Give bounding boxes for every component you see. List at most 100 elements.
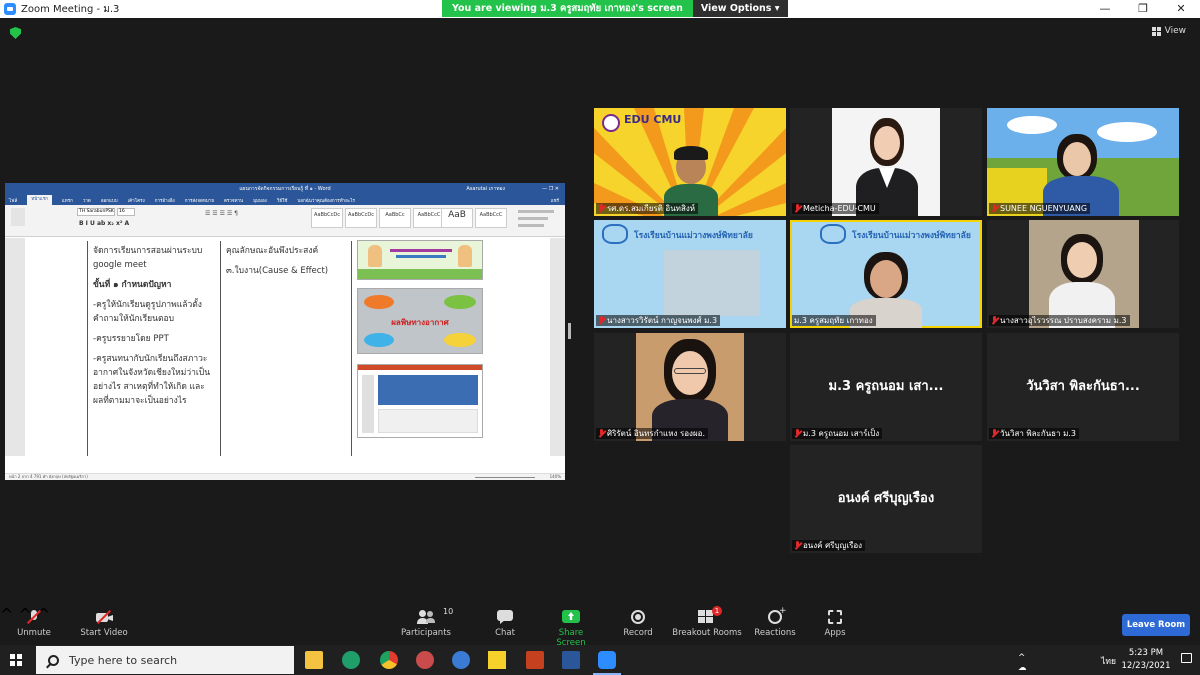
participant-tile-1[interactable]: EDU CMU รศ.ดร.สมเกียรติ อินทสิงห์ <box>594 108 786 216</box>
language-indicator[interactable]: ไทย <box>1101 654 1116 668</box>
paste-icon[interactable] <box>11 208 25 226</box>
mic-muted-icon <box>598 316 605 325</box>
windows-start-icon[interactable] <box>10 654 22 666</box>
font-name-box[interactable]: TH SarabunPSK <box>77 208 115 216</box>
edge-icon[interactable] <box>342 651 360 669</box>
view-button[interactable]: View <box>1151 26 1186 36</box>
close-button[interactable]: ✕ <box>1162 0 1200 18</box>
word-tab[interactable]: การส่งจดหมาย <box>185 197 214 204</box>
font-size-box[interactable]: 16 <box>117 208 135 216</box>
apps-button[interactable]: Apps <box>822 610 848 638</box>
word-share-button[interactable]: แชร์ <box>551 197 559 204</box>
style-title[interactable]: AaB <box>441 208 473 228</box>
viewing-message: You are viewing ม.3 ครูสมฤทัย เกาทอง's s… <box>442 0 693 17</box>
leave-room-button[interactable]: Leave Room <box>1122 614 1190 636</box>
chrome-icon[interactable] <box>380 651 398 669</box>
slide-thumbnail-2[interactable]: ผลพิษทางอากาศ <box>357 288 483 354</box>
window-title: Zoom Meeting - ม.3 <box>21 3 120 15</box>
breakout-rooms-button[interactable]: 1 Breakout Rooms <box>672 606 742 638</box>
word-tab[interactable]: วาด <box>83 197 91 204</box>
participant-tile-10[interactable]: อนงค์ ศรีบุญเรือง อนงค์ ศรีบุญเรือง <box>790 445 982 553</box>
format-buttons[interactable]: B I U ab x₂ x² A <box>79 220 129 227</box>
sticky-notes-icon[interactable] <box>488 651 506 669</box>
mic-muted-icon <box>991 429 998 438</box>
word-tab[interactable]: ออกแบบ <box>101 197 118 204</box>
slide-thumbnail-1[interactable] <box>357 240 483 280</box>
mic-muted-icon <box>991 204 998 213</box>
doc-column-2: คุณลักษณะอันพึงประสงค์ ๓.ใบงาน(Cause & E… <box>226 246 329 276</box>
word-tab[interactable]: มุมมอง <box>253 197 267 204</box>
participant-tile-2[interactable]: Meticha-EDU-CMU <box>790 108 982 216</box>
participant-name-label: อนงค์ ศรีบุญเรือง <box>792 540 866 551</box>
participant-tile-6[interactable]: นางสาวอุไรวรรณ ปราบสงคราม ม.3 <box>987 220 1179 328</box>
mic-muted-icon <box>794 429 801 438</box>
participant-tile-5-active-speaker[interactable]: โรงเรียนบ้านแม่วางพงษ์พิทยาลัย ม.3 ครูสม… <box>790 220 982 328</box>
participants-button[interactable]: 10 Participants <box>400 607 453 638</box>
doc-column-1: จัดการเรียนการสอนผ่านระบบ google meet ขั… <box>93 246 210 406</box>
date[interactable]: 12/23/2021 <box>1120 661 1172 671</box>
reactions-button[interactable]: + Reactions <box>754 606 796 638</box>
participant-name-label: วันวิสา พิละกันธา ม.3 <box>989 428 1079 439</box>
word-tab[interactable]: เค้าโครง <box>128 197 145 204</box>
paragraph-buttons[interactable]: ☰ ☰ ☰ ☰ ¶ <box>205 210 238 217</box>
word-titlebar: แผนการจัดกิจกรรมการเรียนรู้ ที่ ๑ - Word… <box>5 183 565 195</box>
participant-name-label: นางสาวอุไรวรรณ ปราบสงคราม ม.3 <box>989 315 1130 326</box>
style-subtitle[interactable]: AaBbCcC <box>475 208 507 228</box>
word-tab[interactable]: แทรก <box>62 197 73 204</box>
participant-tile-3[interactable]: SUNEE NGUENYUANG <box>987 108 1179 216</box>
reactions-icon: + <box>766 606 787 624</box>
word-ribbon: TH SarabunPSK 16 B I U ab x₂ x² A ☰ ☰ ☰ … <box>5 205 565 237</box>
style-no-spacing[interactable]: AaBbCcDc <box>345 208 377 228</box>
breakout-badge: 1 <box>712 606 722 616</box>
participant-tile-8[interactable]: ม.3 ครูถนอม เสา... ม.3 ครูถนอม เสาร์เป็ง <box>790 333 982 441</box>
participant-tile-4[interactable]: โรงเรียนบ้านแม่วางพงษ์พิทยาลัย นางสาวรวิ… <box>594 220 786 328</box>
mic-muted-icon <box>25 609 43 625</box>
word-status-bar: หน้า 2 จาก 4 791 คำ อังกฤษ (สหรัฐอเมริกา… <box>5 473 565 480</box>
document-area[interactable]: จัดการเรียนการสอนผ่านระบบ google meet ขั… <box>5 238 565 456</box>
style-heading1[interactable]: AaBbCc <box>379 208 411 228</box>
apps-icon <box>826 610 844 624</box>
style-normal[interactable]: AaBbCcDc <box>311 208 343 228</box>
split-resize-handle[interactable] <box>568 323 571 339</box>
taskbar-search[interactable]: Type here to search <box>36 646 294 674</box>
word-tab[interactable]: ไฟล์ <box>9 197 17 204</box>
tray-icons[interactable]: ^ ☁ ▭ ◀) <box>1018 653 1028 675</box>
app-icon[interactable] <box>452 651 470 669</box>
encryption-shield-icon[interactable] <box>10 27 21 39</box>
viewing-banner: You are viewing ม.3 ครูสมฤทัย เกาทอง's s… <box>442 0 788 17</box>
zoom-taskbar-icon[interactable] <box>598 651 616 669</box>
chat-button[interactable]: Chat <box>490 610 520 638</box>
mic-muted-icon <box>794 204 801 213</box>
minimize-button[interactable]: — <box>1086 0 1124 18</box>
participant-name-label: SUNEE NGUENYUANG <box>989 203 1091 214</box>
participant-tile-7[interactable]: ศิริรัตน์ อินทรกำแหง รองผอ. <box>594 333 786 441</box>
file-explorer-icon[interactable] <box>305 651 323 669</box>
cartoon-image <box>458 245 472 267</box>
zoom-slider[interactable] <box>475 477 535 478</box>
word-icon[interactable] <box>562 651 580 669</box>
word-tab[interactable]: วิธีใช้ <box>277 197 288 204</box>
participant-name-label: Meticha-EDU-CMU <box>792 203 879 214</box>
share-screen-button[interactable]: Share Screen <box>543 610 599 648</box>
participant-name-label: นางสาวรวิรัตน์ กาญจนพงศ์ ม.3 <box>596 315 721 326</box>
mic-muted-icon <box>598 204 605 213</box>
chat-icon <box>496 610 514 624</box>
word-tab-home[interactable]: หน้าแรก <box>27 195 52 205</box>
powerpoint-icon[interactable] <box>526 651 544 669</box>
clock[interactable]: 5:23 PM <box>1120 648 1172 658</box>
mic-muted-icon <box>598 429 605 438</box>
participant-tile-9[interactable]: วันวิสา พิละกันธา... วันวิสา พิละกันธา ม… <box>987 333 1179 441</box>
notification-icon[interactable] <box>1181 653 1192 663</box>
audio-options-caret[interactable]: ^ <box>0 605 13 624</box>
maximize-button[interactable]: ❐ <box>1124 0 1162 18</box>
app-icon[interactable] <box>416 651 434 669</box>
start-video-button[interactable]: Start Video <box>78 609 130 638</box>
slide-thumbnail-3[interactable] <box>357 364 483 438</box>
view-options-button[interactable]: View Options ▾ <box>692 0 788 17</box>
unmute-button[interactable]: Unmute <box>16 609 52 638</box>
word-tab[interactable]: ตรวจทาน <box>224 197 243 204</box>
word-tab[interactable]: การอ้างอิง <box>155 197 175 204</box>
record-button[interactable]: Record <box>620 610 656 638</box>
word-tell-me[interactable]: บอกฉันว่าคุณต้องการทำอะไร <box>297 197 354 204</box>
shared-screen-word[interactable]: แผนการจัดกิจกรรมการเรียนรู้ ที่ ๑ - Word… <box>5 183 565 480</box>
